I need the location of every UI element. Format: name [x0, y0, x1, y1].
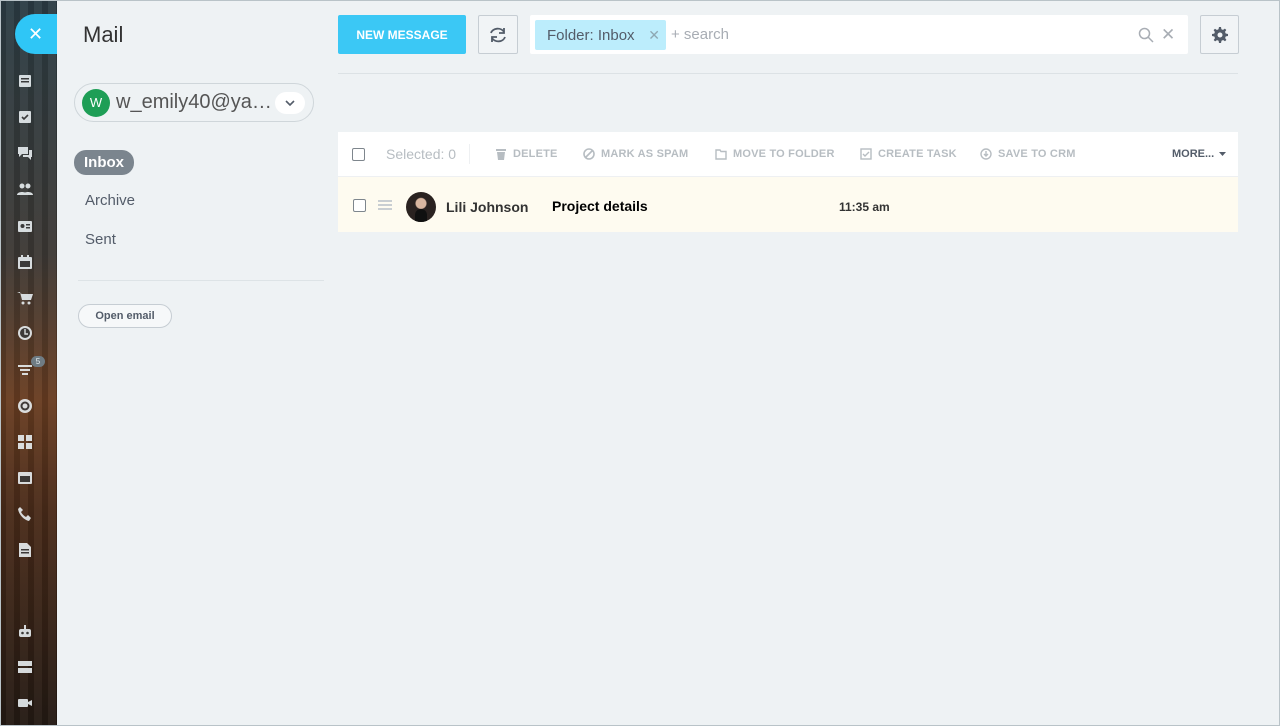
message-subject[interactable]: Project details	[552, 198, 648, 214]
move-to-folder-label: MOVE TO FOLDER	[733, 148, 835, 160]
tasks-icon[interactable]	[17, 109, 33, 125]
funnel-icon[interactable]	[17, 362, 33, 378]
chat-icon[interactable]	[17, 145, 33, 161]
left-navigation-rail: ✕ 5	[0, 0, 57, 726]
video-icon[interactable]	[17, 695, 33, 711]
more-label: MORE...	[1172, 148, 1215, 160]
drag-handle-icon[interactable]	[378, 200, 392, 212]
target-icon[interactable]	[17, 398, 33, 414]
search-bar[interactable]: Folder: Inbox ✕ + search ✕	[530, 15, 1188, 54]
folder-sent[interactable]: Sent	[74, 227, 127, 252]
selected-count: Selected: 0	[386, 146, 457, 162]
message-row[interactable]: Lili Johnson Project details 11:35 am	[338, 177, 1238, 232]
contact-card-icon[interactable]	[17, 218, 33, 234]
block-icon	[583, 148, 595, 160]
refresh-button[interactable]	[478, 15, 518, 54]
save-to-crm-button[interactable]: SAVE TO CRM	[980, 148, 1076, 160]
robot-icon[interactable]	[17, 623, 33, 639]
create-task-label: CREATE TASK	[878, 148, 957, 160]
folder-icon	[715, 149, 727, 160]
save-icon	[980, 148, 992, 160]
calendar-icon[interactable]	[17, 254, 33, 270]
apps-icon[interactable]	[17, 434, 33, 450]
gear-icon	[1211, 26, 1228, 43]
document-icon[interactable]	[17, 542, 33, 558]
folder-archive[interactable]: Archive	[74, 188, 146, 213]
delete-label: DELETE	[513, 148, 558, 160]
storage-icon[interactable]	[17, 659, 33, 675]
task-check-icon	[860, 148, 872, 160]
filter-chip-label: Folder: Inbox	[547, 26, 635, 44]
create-task-button[interactable]: CREATE TASK	[860, 148, 957, 160]
feed-icon[interactable]	[17, 73, 33, 89]
folder-inbox[interactable]: Inbox	[74, 150, 134, 175]
chevron-down-icon[interactable]	[275, 92, 305, 114]
topbar-divider	[338, 73, 1238, 74]
groups-icon[interactable]	[17, 181, 33, 197]
refresh-icon	[490, 27, 506, 42]
select-all-checkbox[interactable]	[352, 148, 365, 161]
search-input[interactable]: + search	[671, 26, 729, 43]
account-selector[interactable]: W w_emily40@yahoo.com	[74, 83, 314, 122]
open-email-button[interactable]: Open email	[78, 304, 172, 328]
save-to-crm-label: SAVE TO CRM	[998, 148, 1076, 160]
more-button[interactable]: MORE...	[1172, 148, 1227, 160]
trash-icon	[496, 149, 506, 160]
cart-icon[interactable]	[17, 290, 33, 306]
list-toolbar: Selected: 0 DELETE MARK AS SPAM MOVE TO …	[338, 132, 1238, 177]
account-avatar: W	[82, 88, 110, 117]
account-email: w_emily40@yahoo.com	[116, 91, 272, 113]
window-icon[interactable]	[17, 470, 33, 486]
message-time: 11:35 am	[839, 200, 890, 214]
filter-chip[interactable]: Folder: Inbox ✕	[535, 20, 666, 50]
caret-down-icon	[1219, 151, 1227, 156]
close-panel-button[interactable]: ✕	[15, 14, 57, 54]
message-checkbox[interactable]	[353, 199, 366, 212]
mark-as-spam-button[interactable]: MARK AS SPAM	[583, 148, 688, 160]
remove-filter-icon[interactable]: ✕	[648, 27, 660, 44]
delete-button[interactable]: DELETE	[495, 148, 558, 160]
search-icon[interactable]	[1138, 27, 1154, 43]
sender-avatar	[406, 192, 436, 222]
message-sender: Lili Johnson	[446, 199, 529, 215]
mark-as-spam-label: MARK AS SPAM	[601, 148, 689, 160]
toolbar-divider	[469, 144, 470, 164]
sidebar-divider	[78, 280, 324, 281]
close-icon: ✕	[28, 23, 44, 44]
phone-icon[interactable]	[17, 506, 33, 522]
settings-button[interactable]	[1200, 15, 1239, 54]
clock-icon[interactable]	[17, 325, 33, 341]
new-message-button[interactable]: NEW MESSAGE	[338, 15, 466, 54]
clear-search-icon[interactable]: ✕	[1161, 25, 1175, 45]
page-title: Mail	[83, 22, 124, 47]
notification-badge: 5	[31, 356, 45, 367]
move-to-folder-button[interactable]: MOVE TO FOLDER	[715, 148, 835, 160]
